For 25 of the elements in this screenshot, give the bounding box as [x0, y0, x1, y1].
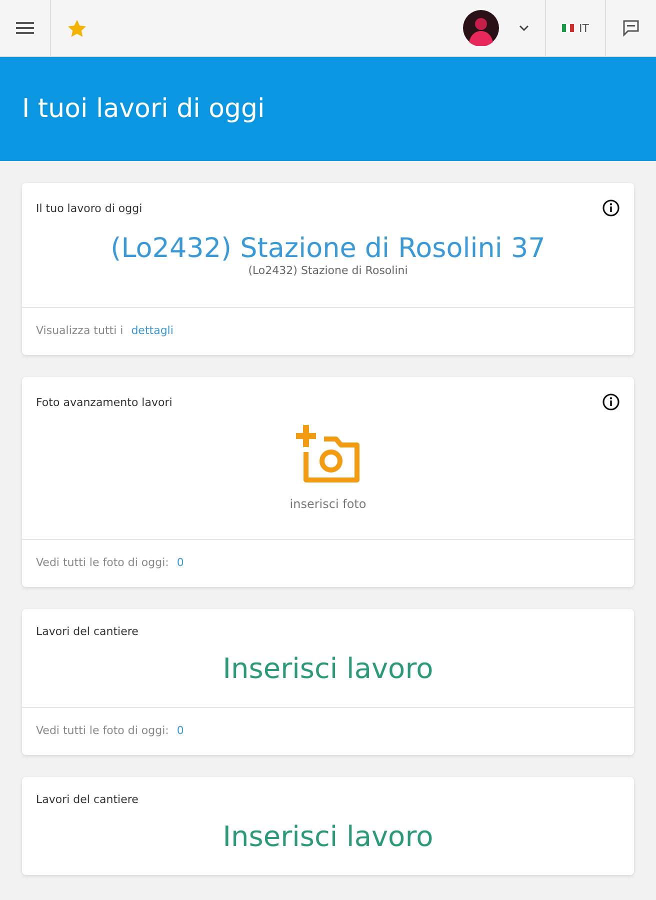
menu-icon[interactable]	[16, 21, 34, 35]
page-title: I tuoi lavori di oggi	[22, 94, 265, 124]
card-title: Il tuo lavoro di oggi	[36, 202, 142, 214]
add-photo-label[interactable]: inserisci foto	[290, 497, 366, 511]
chat-icon[interactable]	[622, 19, 640, 37]
footer-link[interactable]: 0	[176, 556, 184, 569]
add-work-link[interactable]: Inserisci lavoro	[222, 652, 434, 685]
avatar[interactable]	[463, 10, 499, 46]
footer-link[interactable]: dettagli	[131, 324, 174, 337]
card-title: Foto avanzamento lavori	[36, 396, 172, 408]
caret-icon[interactable]	[519, 25, 529, 31]
info-icon[interactable]	[602, 199, 620, 217]
info-icon[interactable]	[602, 393, 620, 411]
footer-text: Visualizza tutti i	[36, 324, 124, 337]
star-icon[interactable]	[67, 18, 87, 38]
card-title: Lavori del cantiere	[36, 625, 138, 638]
job-title[interactable]: (Lo2432) Stazione di Rosolini 37	[110, 233, 546, 264]
footer-link[interactable]: 0	[176, 724, 184, 737]
job-subtitle: (Lo2432) Stazione di Rosolini	[248, 264, 408, 277]
footer-text: Vedi tutti le foto di oggi:	[36, 724, 169, 737]
footer-text: Vedi tutti le foto di oggi:	[36, 556, 169, 569]
card-title: Lavori del cantiere	[36, 793, 138, 806]
language-selector[interactable]: IT	[545, 0, 605, 56]
add-work-link[interactable]: Inserisci lavoro	[222, 820, 434, 853]
flag-icon	[562, 23, 574, 33]
